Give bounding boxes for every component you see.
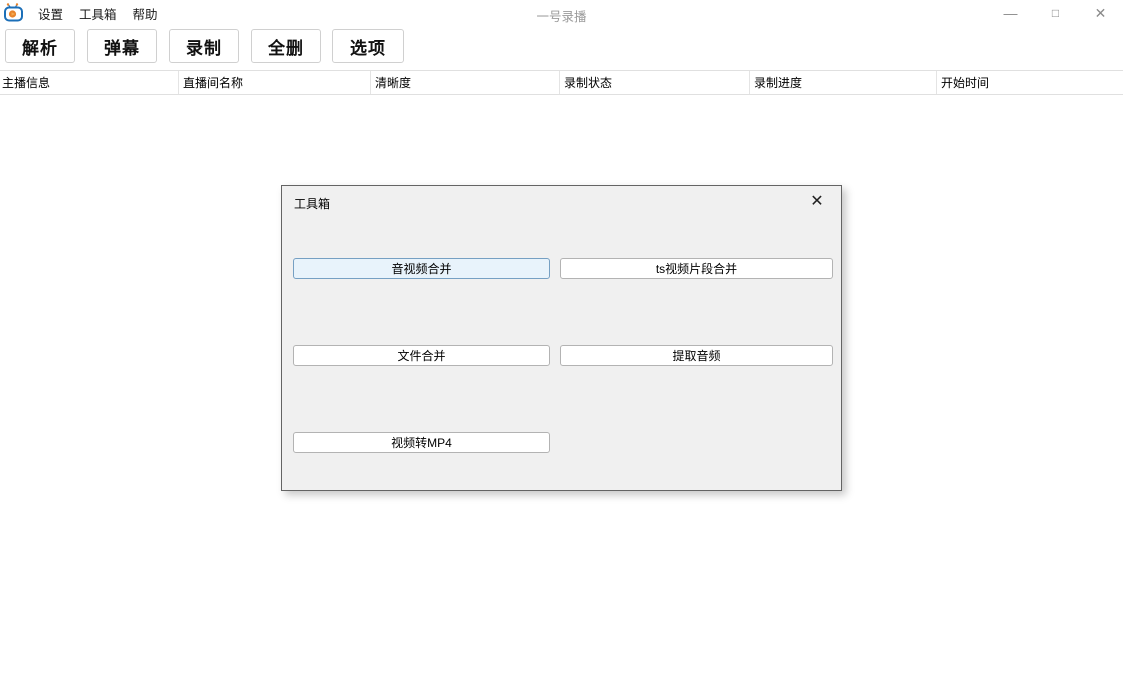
toolbox-dialog-title: 工具箱 — [294, 195, 330, 212]
merge-files-button[interactable]: 文件合并 — [293, 345, 550, 366]
app-logo-tv-icon — [4, 3, 24, 23]
window-title: 一号录播 — [536, 6, 586, 25]
column-header-start-time[interactable]: 开始时间 — [936, 71, 1123, 94]
parse-button[interactable]: 解析 — [5, 29, 75, 63]
convert-to-mp4-button[interactable]: 视频转MP4 — [293, 432, 550, 453]
column-header-record-status[interactable]: 录制状态 — [559, 71, 749, 94]
delete-all-button[interactable]: 全删 — [251, 29, 321, 63]
record-button[interactable]: 录制 — [169, 29, 239, 63]
minimize-button[interactable]: — — [988, 0, 1033, 26]
titlebar: 设置 工具箱 帮助 一号录播 — □ ✕ — [0, 0, 1123, 26]
close-button[interactable]: ✕ — [1078, 0, 1123, 26]
danmaku-button[interactable]: 弹幕 — [87, 29, 157, 63]
toolbar: 解析 弹幕 录制 全删 选项 — [0, 27, 1123, 69]
extract-audio-button[interactable]: 提取音频 — [560, 345, 833, 366]
merge-ts-segments-button[interactable]: ts视频片段合并 — [560, 258, 833, 279]
toolbox-close-icon[interactable]: ✕ — [807, 191, 827, 211]
column-header-record-progress[interactable]: 录制进度 — [749, 71, 936, 94]
column-header-room-name[interactable]: 直播间名称 — [178, 71, 370, 94]
merge-audio-video-button[interactable]: 音视频合并 — [293, 258, 550, 279]
stream-table-header: 主播信息 直播间名称 清晰度 录制状态 录制进度 开始时间 — [0, 70, 1123, 95]
maximize-button[interactable]: □ — [1033, 0, 1078, 26]
menu-item-toolbox[interactable]: 工具箱 — [71, 0, 125, 27]
toolbox-dialog: 工具箱 ✕ 音视频合并 ts视频片段合并 文件合并 提取音频 视频转MP4 — [281, 185, 842, 491]
column-header-quality[interactable]: 清晰度 — [370, 71, 559, 94]
menu-bar: 设置 工具箱 帮助 — [30, 0, 166, 27]
menu-item-settings[interactable]: 设置 — [30, 0, 71, 27]
column-header-streamer-info[interactable]: 主播信息 — [0, 71, 178, 94]
options-button[interactable]: 选项 — [332, 29, 404, 63]
menu-item-help[interactable]: 帮助 — [125, 0, 166, 27]
window-controls: — □ ✕ — [988, 0, 1123, 26]
